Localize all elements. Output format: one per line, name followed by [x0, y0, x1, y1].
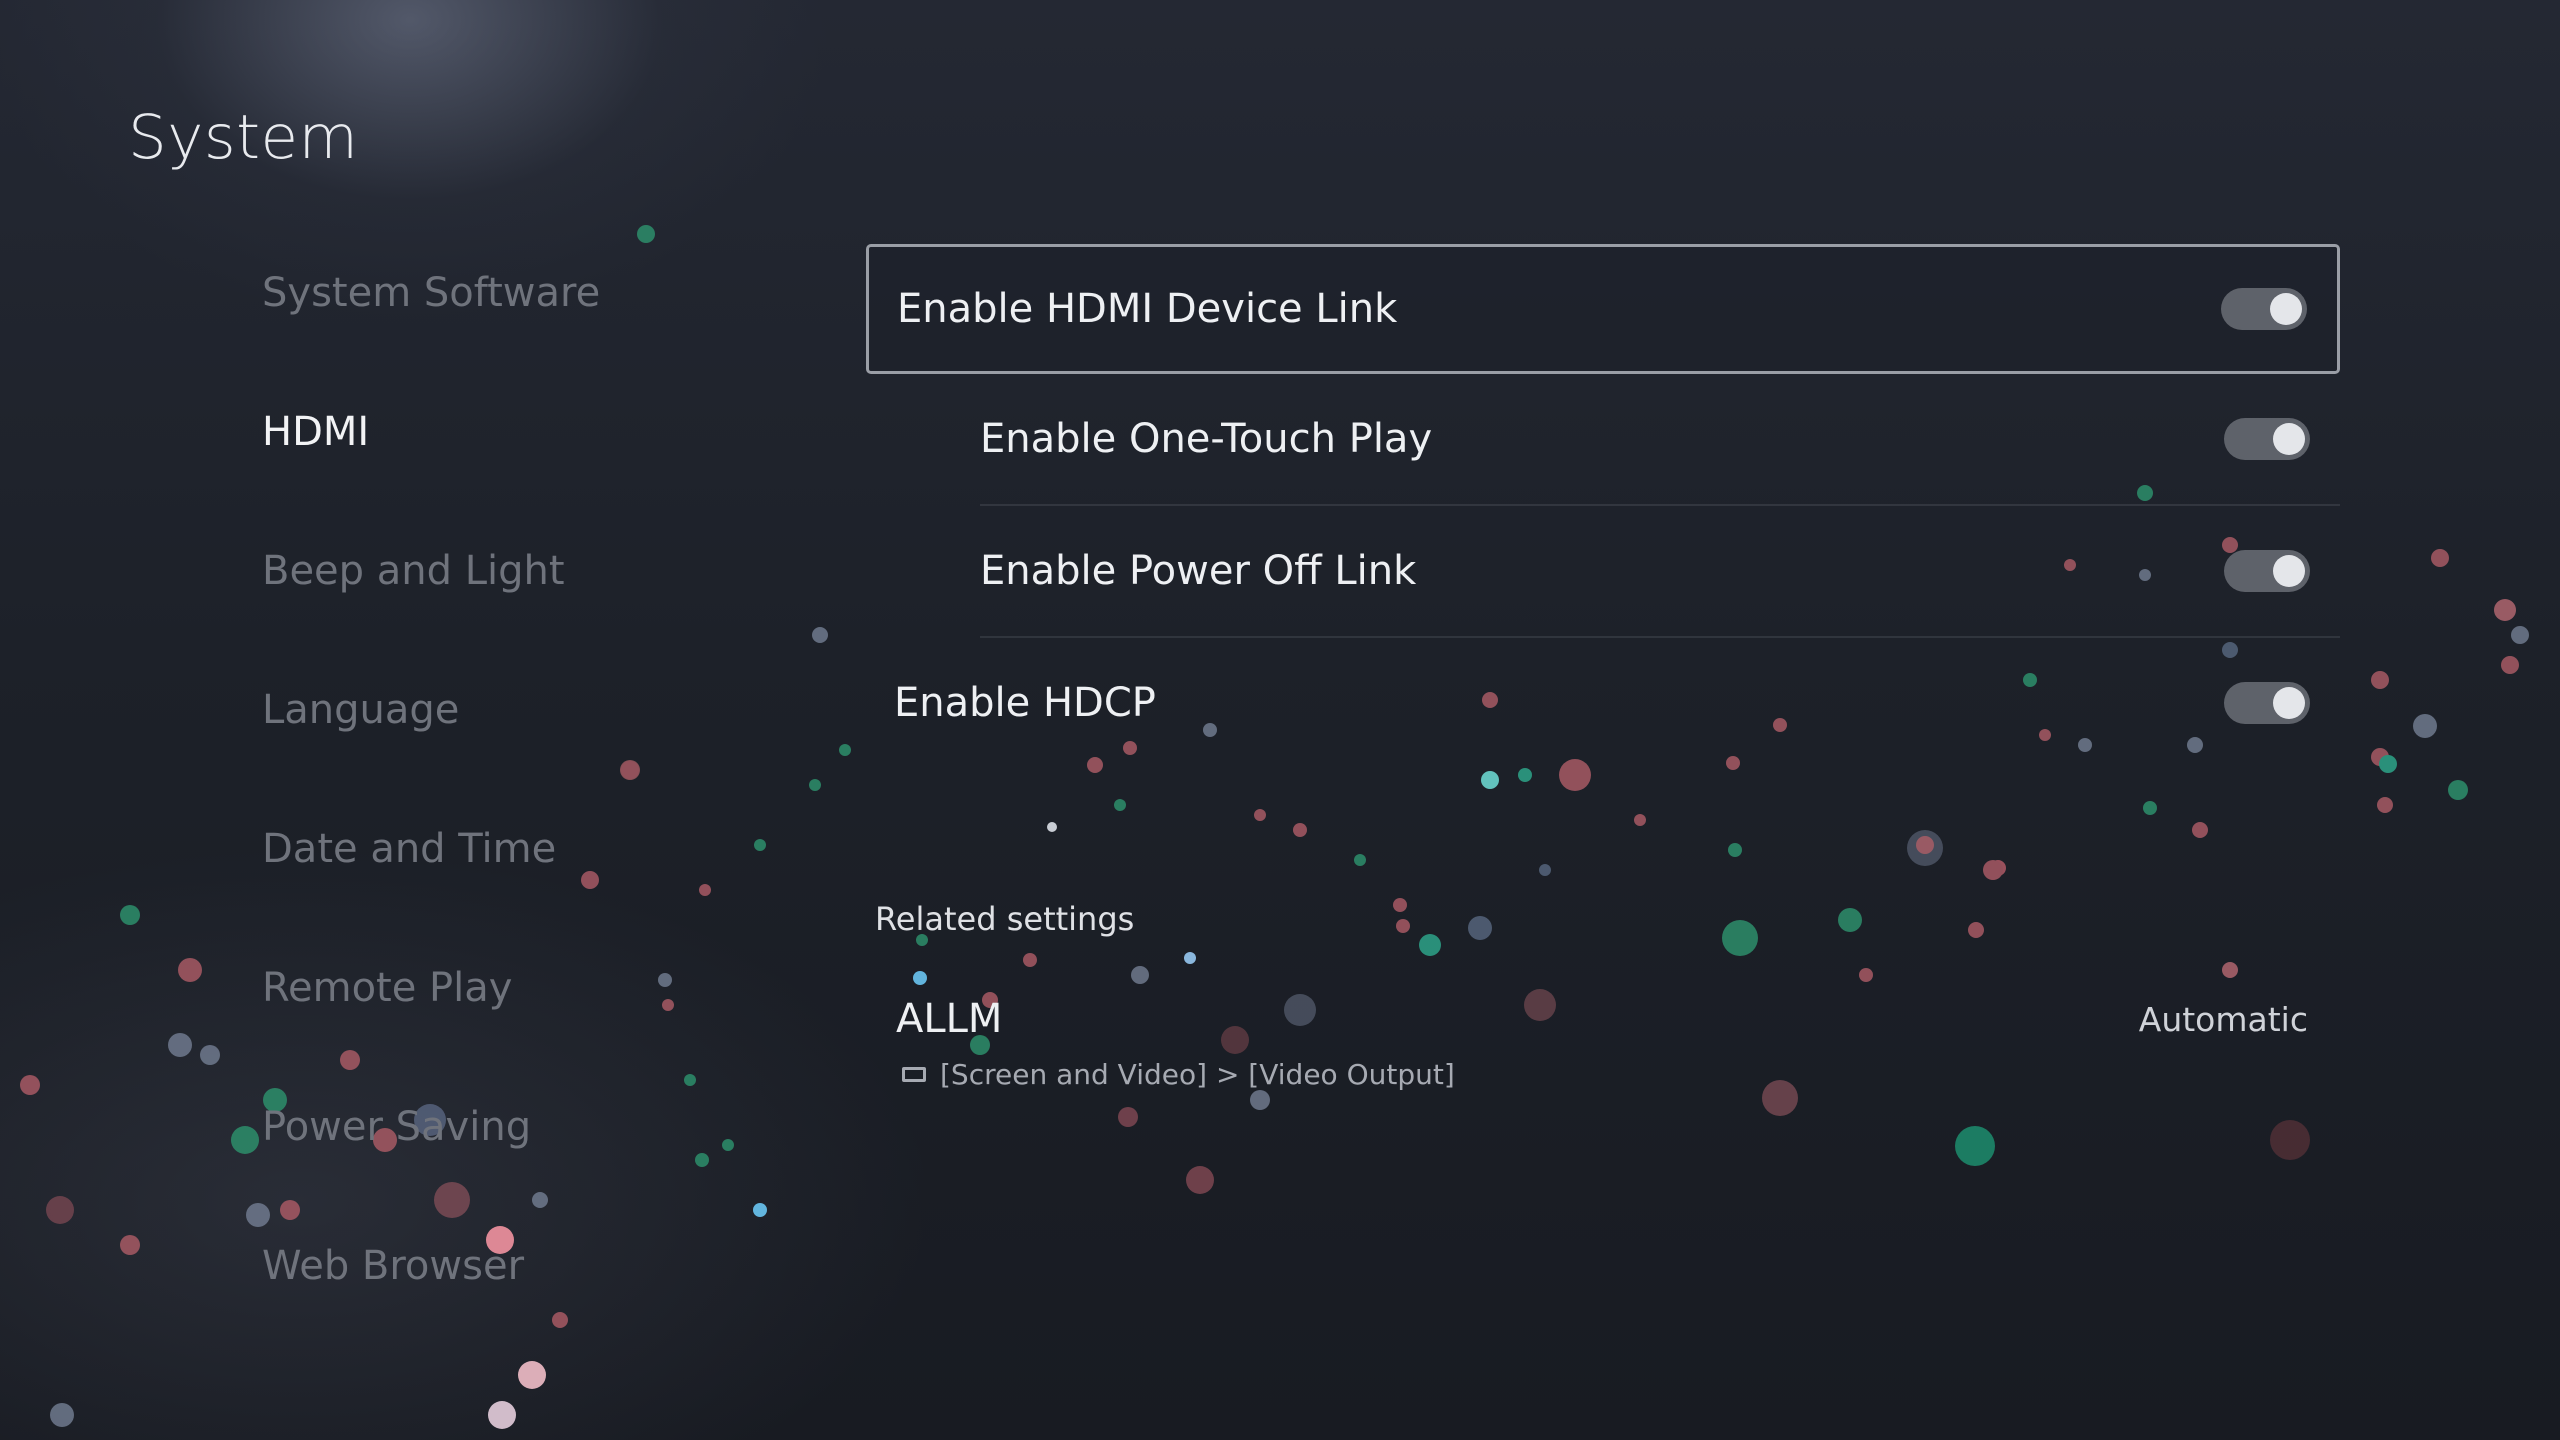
sidebar-item-system-software[interactable]: System Software	[262, 270, 822, 409]
sidebar-item-web-browser[interactable]: Web Browser	[262, 1243, 822, 1382]
sidebar-item-label: System Software	[262, 270, 601, 316]
related-settings-heading: Related settings	[875, 900, 1135, 938]
sidebar-item-power-saving[interactable]: Power Saving	[262, 1104, 822, 1243]
sidebar-item-label: HDMI	[262, 409, 370, 455]
toggle-knob	[2273, 687, 2305, 719]
toggle-knob	[2273, 555, 2305, 587]
toggle-knob	[2273, 423, 2305, 455]
sidebar-item-label: Web Browser	[262, 1243, 525, 1289]
sidebar-item-beep-and-light[interactable]: Beep and Light	[262, 548, 822, 687]
setting-label: Enable HDMI Device Link	[897, 286, 1398, 332]
screen-icon	[902, 1067, 926, 1082]
setting-hdmi-device-link[interactable]: Enable HDMI Device Link	[866, 244, 2340, 374]
allm-settings-path: [Screen and Video] > [Video Output]	[896, 1058, 2308, 1091]
sidebar-item-remote-play[interactable]: Remote Play	[262, 965, 822, 1104]
allm-value: Automatic	[2138, 1000, 2308, 1039]
allm-label: ALLM	[896, 996, 1003, 1042]
related-setting-allm[interactable]: ALLM Automatic [Screen and Video] > [Vid…	[896, 996, 2308, 1091]
power-off-link-toggle[interactable]	[2224, 550, 2310, 592]
setting-label: Enable One-Touch Play	[980, 416, 1433, 462]
allm-path-text: [Screen and Video] > [Video Output]	[940, 1058, 1455, 1091]
page-title: System	[128, 102, 359, 173]
sidebar-item-hdmi[interactable]: HDMI	[262, 409, 822, 548]
sidebar-item-label: Beep and Light	[262, 548, 565, 594]
one-touch-play-toggle[interactable]	[2224, 418, 2310, 460]
hdmi-settings-panel: Enable HDMI Device Link Enable One-Touch…	[866, 244, 2340, 768]
hdcp-toggle[interactable]	[2224, 682, 2310, 724]
setting-one-touch-play[interactable]: Enable One-Touch Play	[980, 374, 2340, 506]
setting-power-off-link[interactable]: Enable Power Off Link	[980, 506, 2340, 638]
sidebar-item-label: Power Saving	[262, 1104, 532, 1150]
sidebar-nav: System Software HDMI Beep and Light Lang…	[262, 270, 822, 1382]
sidebar-item-date-and-time[interactable]: Date and Time	[262, 826, 822, 965]
sidebar-item-label: Date and Time	[262, 826, 557, 872]
setting-label: Enable Power Off Link	[980, 548, 1417, 594]
sidebar-item-language[interactable]: Language	[262, 687, 822, 826]
toggle-knob	[2270, 293, 2302, 325]
hdmi-device-link-toggle[interactable]	[2221, 288, 2307, 330]
setting-label: Enable HDCP	[894, 680, 1156, 726]
sidebar-item-label: Remote Play	[262, 965, 513, 1011]
setting-hdcp[interactable]: Enable HDCP	[866, 638, 2340, 768]
sidebar-item-label: Language	[262, 687, 460, 733]
